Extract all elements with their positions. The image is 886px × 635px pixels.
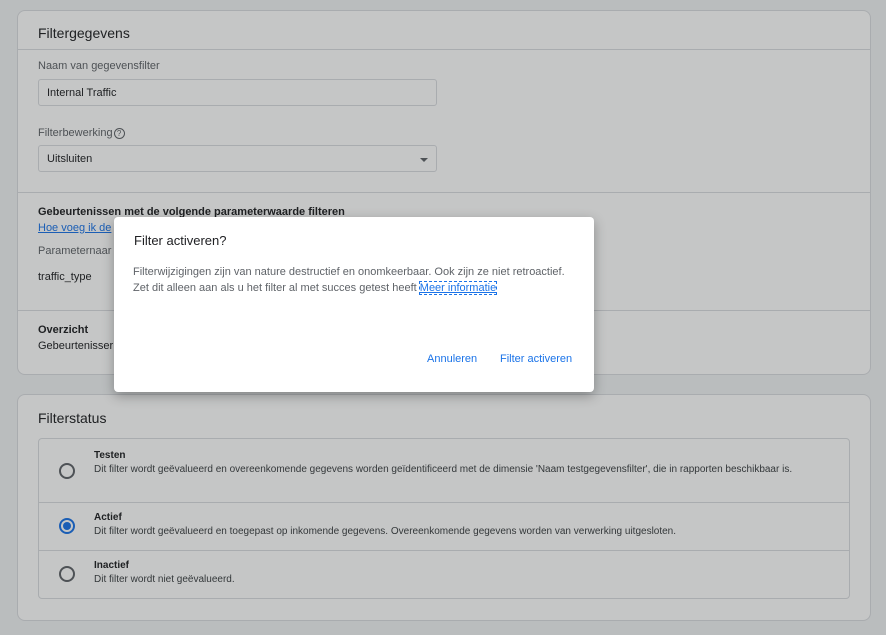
more-info-link[interactable]: Meer informatie [418, 281, 498, 295]
cancel-button[interactable]: Annuleren [427, 353, 477, 365]
dialog-title: Filter activeren? [134, 233, 227, 248]
activate-filter-button[interactable]: Filter activeren [500, 353, 572, 365]
dialog-body: Filterwijzigingen zijn van nature destru… [133, 264, 573, 296]
activate-filter-dialog: Filter activeren? Filterwijzigingen zijn… [114, 217, 594, 392]
dialog-body-text: Filterwijzigingen zijn van nature destru… [133, 266, 565, 294]
